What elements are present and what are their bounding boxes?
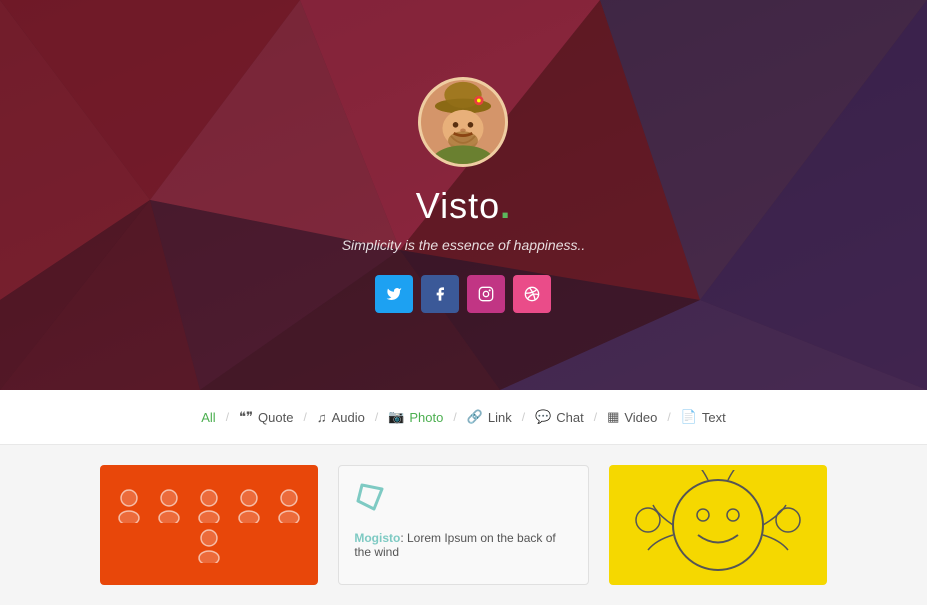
avatar bbox=[418, 77, 508, 167]
hero-name: Visto. bbox=[416, 185, 511, 227]
dribbble-button[interactable] bbox=[513, 275, 551, 313]
video-icon: ▦ bbox=[607, 409, 619, 425]
quote-icon: ❝❞ bbox=[239, 409, 253, 425]
nav-item-text[interactable]: 📄 Text bbox=[673, 405, 734, 429]
link-preview-text: Mogisto: Lorem Ipsum on the back of the … bbox=[354, 531, 572, 559]
nav-link-label: Link bbox=[488, 410, 512, 425]
figures-grid bbox=[100, 478, 318, 573]
nav-all-label: All bbox=[201, 410, 215, 425]
card-orange bbox=[100, 465, 318, 585]
nav-sep-1: / bbox=[224, 410, 231, 424]
chat-icon: 💬 bbox=[535, 409, 551, 425]
nav-video-label: Video bbox=[624, 410, 657, 425]
hero-section: Visto. Simplicity is the essence of happ… bbox=[0, 0, 927, 390]
photo-icon: 📷 bbox=[388, 409, 404, 425]
nav-sep-6: / bbox=[592, 410, 599, 424]
yellow-illustration bbox=[618, 470, 818, 580]
nav-sep-3: / bbox=[373, 410, 380, 424]
figure-2 bbox=[152, 488, 187, 523]
nav-item-photo[interactable]: 📷 Photo bbox=[380, 405, 451, 429]
nav-chat-label: Chat bbox=[556, 410, 583, 425]
nav-sep-5: / bbox=[520, 410, 527, 424]
figure-1 bbox=[112, 488, 147, 523]
nav-sep-4: / bbox=[451, 410, 458, 424]
audio-icon: ♫ bbox=[317, 410, 327, 425]
card-link-preview: Mogisto: Lorem Ipsum on the back of the … bbox=[338, 465, 588, 585]
content-grid: Mogisto: Lorem Ipsum on the back of the … bbox=[0, 445, 927, 605]
facebook-button[interactable] bbox=[421, 275, 459, 313]
link-icon: 🔗 bbox=[467, 409, 483, 425]
nav-item-quote[interactable]: ❝❞ Quote bbox=[231, 405, 301, 429]
twitter-button[interactable] bbox=[375, 275, 413, 313]
nav-item-video[interactable]: ▦ Video bbox=[599, 405, 665, 429]
nav-audio-label: Audio bbox=[332, 410, 365, 425]
nav-photo-label: Photo bbox=[409, 410, 443, 425]
link-author: Mogisto bbox=[354, 531, 400, 545]
nav-item-link[interactable]: 🔗 Link bbox=[459, 405, 520, 429]
social-links bbox=[375, 275, 551, 313]
link-preview-icon bbox=[354, 481, 572, 521]
nav-sep-2: / bbox=[301, 410, 308, 424]
nav-bar: All / ❝❞ Quote / ♫ Audio / 📷 Photo / 🔗 L… bbox=[0, 390, 927, 445]
figure-6 bbox=[192, 528, 227, 563]
nav-item-audio[interactable]: ♫ Audio bbox=[309, 406, 373, 429]
nav-quote-label: Quote bbox=[258, 410, 293, 425]
nav-sep-7: / bbox=[665, 410, 672, 424]
card-yellow bbox=[609, 465, 827, 585]
text-icon: 📄 bbox=[681, 409, 697, 425]
nav-text-label: Text bbox=[702, 410, 726, 425]
figure-5 bbox=[272, 488, 307, 523]
nav-item-chat[interactable]: 💬 Chat bbox=[527, 405, 592, 429]
instagram-button[interactable] bbox=[467, 275, 505, 313]
nav-item-all[interactable]: All bbox=[193, 406, 223, 429]
figure-3 bbox=[192, 488, 227, 523]
hero-tagline: Simplicity is the essence of happiness.. bbox=[342, 237, 586, 253]
figure-4 bbox=[232, 488, 267, 523]
hero-content: Visto. Simplicity is the essence of happ… bbox=[342, 77, 586, 313]
